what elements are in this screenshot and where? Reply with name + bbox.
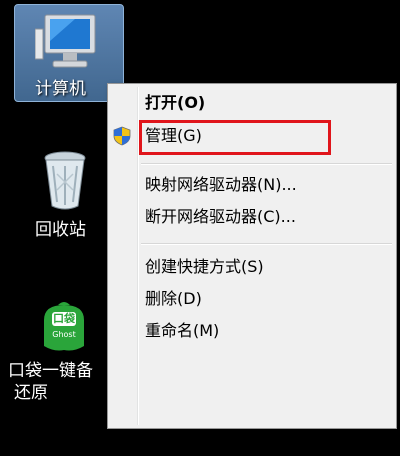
menu-separator xyxy=(141,163,392,165)
desktop-icon-label-line2: 还原 xyxy=(14,383,48,403)
menu-item-open[interactable]: 打开(O) xyxy=(145,92,205,114)
menu-item-map-network-drive[interactable]: 映射网络驱动器(N)... xyxy=(145,174,297,196)
highlight-annotation xyxy=(139,120,331,155)
desktop-icon-ghost[interactable]: 口袋 Ghost 口袋一键备 还原 xyxy=(0,300,110,403)
recycle-bin-icon xyxy=(44,151,86,210)
ghost-badge-text: 口袋 xyxy=(53,312,75,325)
computer-icon xyxy=(35,14,96,68)
desktop-icon-label: 口袋一键备 xyxy=(8,361,93,381)
menu-item-rename[interactable]: 重命名(M) xyxy=(145,320,219,342)
uac-shield-icon xyxy=(113,126,131,146)
menu-item-delete[interactable]: 删除(D) xyxy=(145,288,202,310)
menu-separator xyxy=(141,243,392,245)
menu-item-create-shortcut[interactable]: 创建快捷方式(S) xyxy=(145,256,264,278)
desktop-icon-label: 回收站 xyxy=(35,220,86,240)
ghost-badge-sub: Ghost xyxy=(52,330,76,339)
menu-item-disconnect-network-drive[interactable]: 断开网络驱动器(C)... xyxy=(145,206,296,228)
ghost-app-icon: 口袋 Ghost xyxy=(34,300,94,355)
